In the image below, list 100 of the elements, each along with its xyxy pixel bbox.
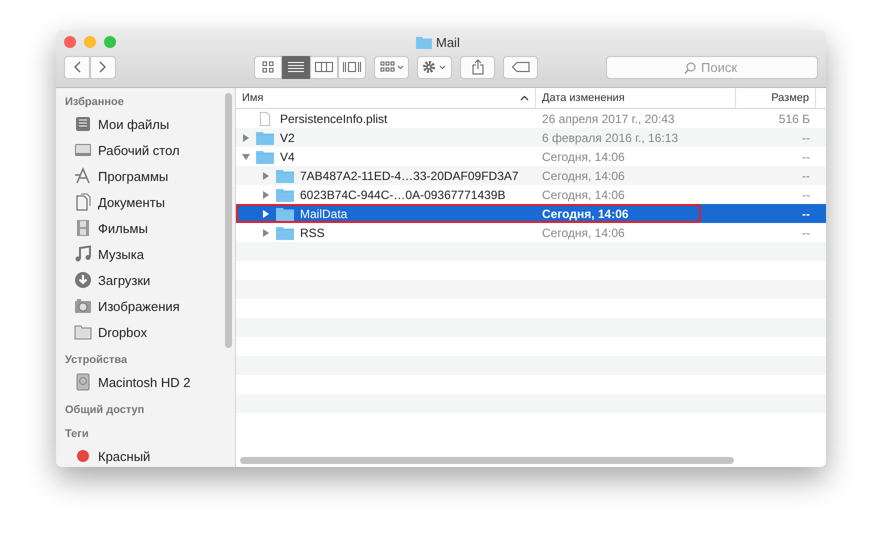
file-name: 7AB487A2-11ED-4…33-20DAF09FD3A7: [300, 168, 519, 182]
folder-icon: [276, 188, 294, 202]
scrollbar-thumb[interactable]: [240, 457, 734, 464]
file-row[interactable]: RSS Сегодня, 14:06 --: [236, 223, 826, 242]
view-mode-button[interactable]: [282, 56, 310, 78]
chevron-left-icon: [73, 61, 81, 73]
desktop-icon: [74, 141, 92, 159]
sidebar-item-label: Изображения: [98, 298, 180, 314]
modified-date: Сегодня, 14:06: [541, 188, 626, 202]
sidebar-item-label: Загрузки: [98, 272, 150, 288]
sidebar-section-title: Теги: [64, 427, 90, 442]
tag-icon: [512, 62, 530, 72]
grid-dropdown-icon: [380, 61, 404, 73]
sidebar-section-title: Общий доступ: [64, 403, 146, 418]
file-size: --: [801, 130, 811, 144]
folder-icon: [256, 130, 274, 144]
file-size: --: [801, 168, 811, 182]
file-name: PersistenceInfo.plist: [280, 112, 388, 126]
modified-date: Сегодня, 14:06: [541, 150, 626, 164]
chevron-right-icon: [99, 61, 107, 73]
file-size: --: [801, 188, 811, 202]
grid-icon: [262, 61, 274, 73]
sidebar-item[interactable]: Документы: [56, 189, 235, 215]
file-name: V4: [280, 150, 295, 164]
file-row[interactable]: 7AB487A2-11ED-4…33-20DAF09FD3A7 Сегодня, 14:06 --: [236, 166, 826, 185]
search-field[interactable]: Поиск: [606, 56, 818, 78]
modified-date: Сегодня, 14:06: [541, 226, 626, 240]
file-row[interactable]: PersistenceInfo.plist 26 апреля 2017 г., 20:43 516 Б: [236, 109, 826, 128]
disclosure-triangle-icon[interactable]: [242, 152, 250, 160]
column-header[interactable]: Размер: [736, 88, 816, 108]
columns-icon: [315, 61, 333, 73]
disclosure-triangle-icon[interactable]: [262, 210, 270, 218]
movies-icon: [74, 219, 92, 237]
sidebar-item[interactable]: Красный: [56, 443, 235, 467]
file-row[interactable]: MailData Сегодня, 14:06 --: [236, 204, 826, 223]
action-button[interactable]: [417, 56, 452, 78]
sidebar-item[interactable]: Музыка: [56, 241, 235, 267]
sidebar-item[interactable]: Dropbox: [56, 319, 235, 345]
sidebar-item-label: Dropbox: [98, 324, 148, 340]
sidebar-item-label: Macintosh HD 2: [98, 374, 190, 390]
file-row[interactable]: 6023B74C-944C-…0A-09367771439B Сегодня, 14:06 --: [236, 185, 826, 204]
scrollbar-thumb[interactable]: [225, 93, 232, 348]
gear-dropdown-icon: [422, 60, 448, 74]
sidebar-item[interactable]: Изображения: [56, 293, 235, 319]
modified-date: 6 февраля 2016 г., 16:13: [541, 130, 680, 144]
column-header[interactable]: Имя: [236, 88, 536, 108]
arrange-button[interactable]: [374, 56, 409, 78]
sort-caret-icon: [520, 95, 529, 101]
file-name: RSS: [300, 226, 325, 240]
apps-icon: [74, 167, 92, 185]
disclosure-triangle-icon[interactable]: [242, 134, 250, 142]
close-button[interactable]: [64, 36, 76, 48]
sidebar-item[interactable]: Программы: [56, 163, 235, 189]
sidebar-item[interactable]: Загрузки: [56, 267, 235, 293]
column-header[interactable]: Дата изменения: [536, 88, 736, 108]
view-mode-button[interactable]: [338, 56, 366, 78]
music-icon: [74, 245, 92, 263]
file-row[interactable]: V4 Сегодня, 14:06 --: [236, 147, 826, 166]
sidebar-item-label: Музыка: [98, 246, 144, 262]
folder-icon: [276, 226, 294, 240]
view-mode-button[interactable]: [254, 56, 282, 78]
list-icon: [288, 61, 304, 73]
disclosure-triangle-icon[interactable]: [262, 190, 270, 198]
sidebar-item-label: Документы: [98, 194, 166, 210]
sidebar-item-label: Рабочий стол: [98, 142, 180, 158]
back-button[interactable]: [64, 56, 90, 78]
modified-date: 26 апреля 2017 г., 20:43: [541, 112, 676, 126]
folder-icon: [74, 323, 92, 341]
window-title: Mail: [436, 35, 460, 50]
sidebar-item[interactable]: Фильмы: [56, 215, 235, 241]
docs-icon: [74, 193, 92, 211]
disclosure-triangle-icon[interactable]: [262, 172, 270, 180]
sidebar-section-title: Устройства: [64, 353, 128, 368]
sidebar-item[interactable]: Рабочий стол: [56, 137, 235, 163]
file-row[interactable]: V2 6 февраля 2016 г., 16:13 --: [236, 128, 826, 147]
file-name: MailData: [300, 206, 348, 220]
folder-icon: [276, 206, 294, 220]
tag-button[interactable]: [503, 56, 538, 78]
forward-button[interactable]: [90, 56, 116, 78]
share-button[interactable]: [460, 56, 495, 78]
file-size: --: [801, 226, 811, 240]
file-size: 516 Б: [778, 112, 811, 126]
folder-icon: [276, 168, 294, 182]
file-name: 6023B74C-944C-…0A-09367771439B: [300, 188, 506, 202]
modified-date: Сегодня, 14:06: [541, 206, 630, 220]
file-size: --: [801, 206, 811, 220]
downloads-icon: [74, 271, 92, 289]
sidebar-item-label: Мои файлы: [98, 116, 170, 132]
modified-date: Сегодня, 14:06: [541, 168, 626, 182]
sidebar-item[interactable]: Macintosh HD 2: [56, 369, 235, 395]
sidebar-item[interactable]: Мои файлы: [56, 111, 235, 137]
files-icon: [74, 115, 92, 133]
view-mode-button[interactable]: [310, 56, 338, 78]
pictures-icon: [74, 297, 92, 315]
disclosure-triangle-icon[interactable]: [262, 228, 270, 236]
file-size: --: [801, 150, 811, 164]
sidebar-item-label: Фильмы: [98, 220, 148, 236]
file-name: V2: [280, 130, 295, 144]
sidebar-item-label: Программы: [98, 168, 168, 184]
share-icon: [472, 59, 484, 75]
